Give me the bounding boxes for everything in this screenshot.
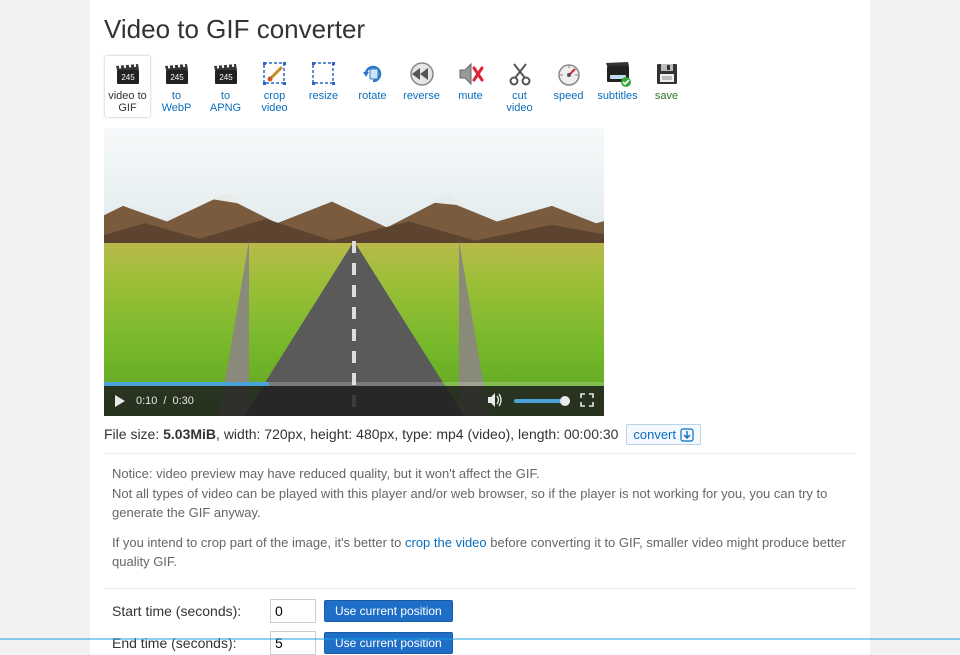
tool-to-webp[interactable]: 245 to WebP bbox=[153, 55, 200, 118]
time-display: 0:10 / 0:30 bbox=[136, 395, 194, 407]
tool-label: cut video bbox=[499, 90, 540, 114]
tool-to-apng[interactable]: 245 to APNG bbox=[202, 55, 249, 118]
file-type: mp4 (video) bbox=[436, 426, 510, 442]
tool-cut-video[interactable]: cut video bbox=[496, 55, 543, 118]
convert-button[interactable]: convert bbox=[626, 424, 701, 445]
use-current-end-button[interactable]: Use current position bbox=[324, 632, 453, 654]
tool-speed[interactable]: speed bbox=[545, 55, 592, 118]
tool-label: to APNG bbox=[205, 90, 246, 114]
crop-video-link[interactable]: crop the video bbox=[405, 535, 487, 550]
clapper-245-icon: 245 bbox=[212, 60, 240, 88]
svg-text:245: 245 bbox=[121, 73, 135, 82]
clapper-245-icon: 245 bbox=[163, 60, 191, 88]
page-title: Video to GIF converter bbox=[104, 14, 856, 45]
tool-label: save bbox=[646, 90, 687, 102]
clapper-245-icon: 245 bbox=[114, 60, 142, 88]
volume-icon[interactable] bbox=[488, 393, 504, 410]
tool-video-to-gif[interactable]: 245 video to GIF bbox=[104, 55, 151, 118]
start-time-input[interactable] bbox=[270, 599, 316, 623]
tool-label: rotate bbox=[352, 90, 393, 102]
scissors-icon bbox=[506, 60, 534, 88]
tool-rotate[interactable]: rotate bbox=[349, 55, 396, 118]
reverse-icon bbox=[408, 60, 436, 88]
crop-brush-icon bbox=[261, 60, 289, 88]
tool-reverse[interactable]: reverse bbox=[398, 55, 445, 118]
file-size: 5.03MiB bbox=[163, 426, 216, 442]
end-time-input[interactable] bbox=[270, 631, 316, 655]
tool-label: speed bbox=[548, 90, 589, 102]
tool-label: reverse bbox=[401, 90, 442, 102]
tool-resize[interactable]: resize bbox=[300, 55, 347, 118]
video-frame bbox=[104, 128, 604, 416]
tool-label: mute bbox=[450, 90, 491, 102]
current-time: 0:10 bbox=[136, 395, 157, 407]
fullscreen-icon[interactable] bbox=[580, 393, 594, 410]
svg-text:245: 245 bbox=[170, 73, 184, 82]
resize-icon bbox=[310, 60, 338, 88]
tool-label: to WebP bbox=[156, 90, 197, 114]
notice-2: If you intend to crop part of the image,… bbox=[112, 533, 848, 572]
convert-label: convert bbox=[633, 427, 676, 442]
tool-mute[interactable]: mute bbox=[447, 55, 494, 118]
file-meta: File size: 5.03MiB, width: 720px, height… bbox=[104, 424, 856, 445]
speed-icon bbox=[555, 60, 583, 88]
notice-1: Notice: video preview may have reduced q… bbox=[112, 464, 848, 523]
floppy-icon bbox=[653, 60, 681, 88]
use-current-start-button[interactable]: Use current position bbox=[324, 600, 453, 622]
start-time-label: Start time (seconds): bbox=[112, 603, 262, 619]
video-preview[interactable]: 0:10 / 0:30 bbox=[104, 128, 604, 416]
file-width: 720px bbox=[264, 426, 302, 442]
file-length: 00:00:30 bbox=[564, 426, 619, 442]
video-controls: 0:10 / 0:30 bbox=[104, 386, 604, 416]
mute-icon bbox=[457, 60, 485, 88]
toolbar: 245 video to GIF 245 to WebP 245 to APNG crop … bbox=[104, 55, 856, 118]
rotate-icon bbox=[359, 60, 387, 88]
tool-save[interactable]: save bbox=[643, 55, 690, 118]
duration: 0:30 bbox=[172, 395, 193, 407]
tool-crop-video[interactable]: crop video bbox=[251, 55, 298, 118]
tool-subtitles[interactable]: subtitles bbox=[594, 55, 641, 118]
subtitles-icon bbox=[604, 60, 632, 88]
play-icon[interactable] bbox=[114, 395, 126, 407]
file-height: 480px bbox=[356, 426, 394, 442]
tool-label: resize bbox=[303, 90, 344, 102]
volume-slider[interactable] bbox=[514, 399, 570, 403]
tool-label: video to GIF bbox=[107, 90, 148, 114]
tool-label: subtitles bbox=[597, 90, 638, 102]
tool-label: crop video bbox=[254, 90, 295, 114]
svg-text:245: 245 bbox=[219, 73, 233, 82]
